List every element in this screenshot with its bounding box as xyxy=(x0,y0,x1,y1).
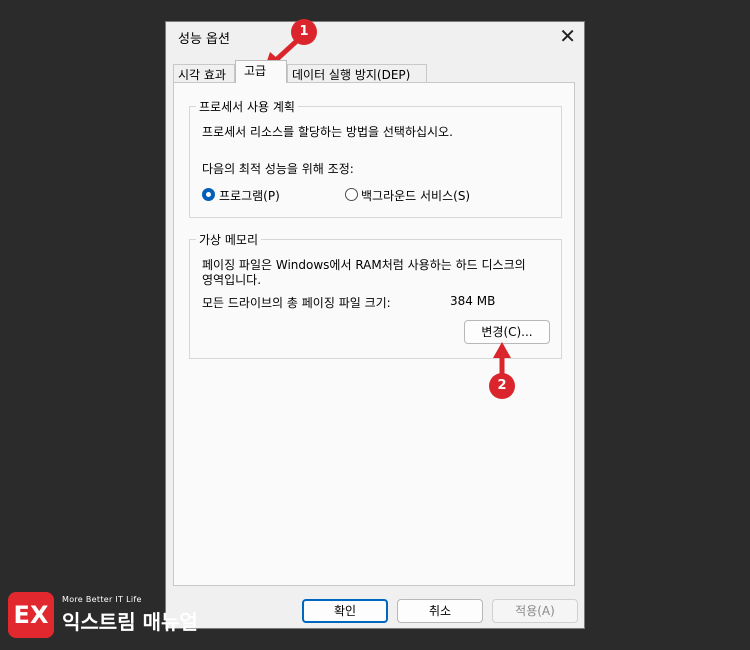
tab-dep[interactable]: 데이터 실행 방지(DEP) xyxy=(287,64,427,83)
radio-programs[interactable] xyxy=(202,188,215,201)
dialog-title: 성능 옵션 xyxy=(178,32,230,47)
tab-advanced[interactable]: 고급 xyxy=(235,60,287,83)
step-marker-2: 2 xyxy=(489,373,515,399)
radio-background-services[interactable] xyxy=(345,188,358,201)
cancel-button[interactable]: 취소 xyxy=(397,599,483,623)
brand-tagline: More Better IT Life xyxy=(62,595,142,604)
adjust-label: 다음의 최적 성능을 위해 조정: xyxy=(202,162,354,176)
step-marker-1: 1 xyxy=(291,19,317,45)
processor-description: 프로세서 리소스를 할당하는 방법을 선택하십시오. xyxy=(202,125,453,139)
change-button[interactable]: 변경(C)... xyxy=(464,320,550,344)
ok-button[interactable]: 확인 xyxy=(302,599,388,623)
tab-visual-effects[interactable]: 시각 효과 xyxy=(173,64,235,83)
apply-button: 적용(A) xyxy=(492,599,578,623)
radio-background-services-label[interactable]: 백그라운드 서비스(S) xyxy=(361,187,470,204)
paging-total-value: 384 MB xyxy=(450,294,496,308)
brand-name: 익스트림 매뉴얼 xyxy=(62,610,198,634)
performance-options-dialog: 성능 옵션 ✕ 시각 효과 고급 데이터 실행 방지(DEP) 프로세서 사용 … xyxy=(165,21,585,629)
virtual-memory-description-2: 영역입니다. xyxy=(202,273,262,287)
processor-scheduling-group: 프로세서 사용 계획 프로세서 리소스를 할당하는 방법을 선택하십시오. 다음… xyxy=(189,98,562,218)
virtual-memory-group-title: 가상 메모리 xyxy=(196,231,262,248)
close-icon[interactable]: ✕ xyxy=(559,24,576,48)
paging-total-label: 모든 드라이브의 총 페이징 파일 크기: xyxy=(202,296,391,310)
processor-group-title: 프로세서 사용 계획 xyxy=(196,98,298,115)
brand-watermark: EX More Better IT Life 익스트림 매뉴얼 xyxy=(8,592,203,640)
tab-panel-advanced: 프로세서 사용 계획 프로세서 리소스를 할당하는 방법을 선택하십시오. 다음… xyxy=(173,82,575,586)
virtual-memory-group: 가상 메모리 페이징 파일은 Windows에서 RAM처럼 사용하는 하드 디… xyxy=(189,231,562,359)
radio-programs-label[interactable]: 프로그램(P) xyxy=(219,187,280,204)
brand-logo-icon: EX xyxy=(8,592,54,638)
